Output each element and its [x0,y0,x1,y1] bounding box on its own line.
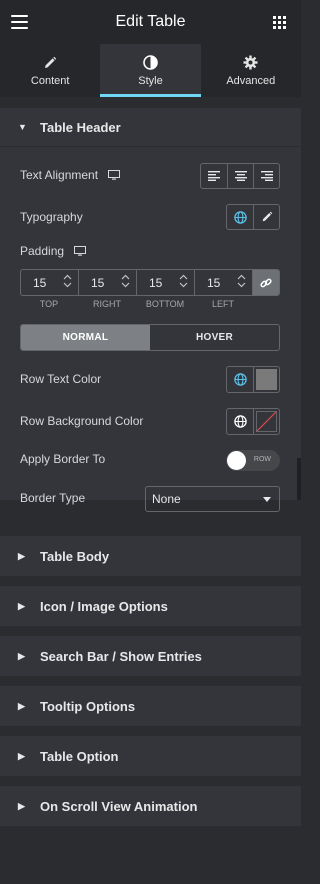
section-divider [0,146,301,147]
text-alignment-group [200,163,280,189]
gear-icon [243,55,258,71]
section-title: Table Header [40,119,121,135]
align-right-icon [260,171,273,181]
padding-left-input[interactable]: 15 [195,270,253,295]
link-icon [260,278,272,287]
padding-text: Padding [20,244,65,258]
apply-border-label: Apply Border To [20,452,106,466]
section-table-header-toggle[interactable]: ▼ Table Header [0,108,301,146]
no-color-icon [256,411,277,432]
align-left-button[interactable] [201,164,227,188]
caret-right-icon: ▶ [18,650,25,661]
stepper-icon[interactable] [121,274,130,291]
border-type-select[interactable]: None [145,486,280,512]
stepper-icon[interactable] [179,274,188,291]
tab-content-label: Content [30,74,70,87]
row-text-color-label: Row Text Color [20,372,102,386]
side-label-right: RIGHT [93,299,121,309]
caret-right-icon: ▶ [18,800,25,811]
panel-title: Edit Table [115,13,186,30]
caret-right-icon: ▶ [18,600,25,611]
section-title: Search Bar / Show Entries [40,648,202,664]
globe-icon [233,373,247,386]
state-tabs: NORMAL HOVER [20,324,280,351]
padding-label: Padding [20,244,87,258]
stepper-icon[interactable] [237,274,246,291]
padding-side-labels: TOP RIGHT BOTTOM LEFT [20,299,280,311]
state-hover-tab[interactable]: HOVER [150,325,279,350]
padding-top-input[interactable]: 15 [21,270,79,295]
tab-content[interactable]: Content [0,44,100,97]
grid-icon[interactable] [273,16,286,29]
desktop-icon[interactable] [74,246,87,256]
edit-typography-button[interactable] [253,205,279,229]
desktop-icon[interactable] [108,170,121,180]
caret-down-icon: ▼ [18,122,27,132]
state-normal-tab[interactable]: NORMAL [21,325,150,350]
tab-advanced-label: Advanced [226,74,276,87]
toggle-text: ROW [253,456,271,463]
align-center-icon [234,171,247,181]
chevron-down-icon [263,496,271,502]
hamburger-icon[interactable] [11,15,28,29]
row-bg-color-label: Row Background Color [20,414,144,428]
padding-left-value: 15 [207,275,221,290]
padding-right-value: 15 [91,275,105,290]
tab-style-label: Style [138,74,163,87]
typography-label: Typography [20,210,83,224]
section-search-bar-toggle[interactable]: ▶ Search Bar / Show Entries [0,637,301,675]
color-swatch [256,369,277,390]
section-title: Icon / Image Options [40,598,168,614]
border-type-value: None [152,492,181,506]
section-table-option-toggle[interactable]: ▶ Table Option [0,737,301,775]
section-title: On Scroll View Animation [40,798,198,814]
pencil-icon [262,211,272,222]
scroll-indicator [297,458,301,500]
pencil-icon [43,55,57,71]
caret-right-icon: ▶ [18,700,25,711]
text-alignment-text: Text Alignment [20,168,99,182]
caret-right-icon: ▶ [18,750,25,761]
link-values-button[interactable] [253,270,279,295]
padding-bottom-value: 15 [149,275,163,290]
side-label-top: TOP [39,299,59,309]
row-bg-color-group [226,408,280,435]
row-text-color-group [226,366,280,393]
section-title: Table Option [40,748,119,764]
padding-bottom-input[interactable]: 15 [137,270,195,295]
section-title: Tooltip Options [40,698,136,714]
border-type-label: Border Type [20,491,86,505]
section-title: Table Body [40,548,110,564]
globe-button[interactable] [227,409,253,434]
globe-icon [233,210,247,224]
side-label-left: LEFT [211,299,234,309]
contrast-icon [143,55,158,71]
padding-top-value: 15 [33,275,47,290]
align-right-button[interactable] [253,164,279,188]
toggle-knob [227,451,246,470]
tab-advanced[interactable]: Advanced [201,44,301,97]
row-text-color-picker[interactable] [253,367,279,392]
top-bar: Edit Table [0,0,301,44]
globe-icon [233,415,247,428]
align-center-button[interactable] [227,164,253,188]
typography-group [226,204,280,230]
tab-style[interactable]: Style [100,44,201,97]
section-table-body-toggle[interactable]: ▶ Table Body [0,537,301,575]
panel-tabs: Content Style Advanced [0,44,301,97]
row-bg-color-picker[interactable] [253,409,279,434]
section-scroll-animation-toggle[interactable]: ▶ On Scroll View Animation [0,787,301,825]
caret-right-icon: ▶ [18,550,25,561]
side-label-bottom: BOTTOM [145,299,185,309]
globe-button[interactable] [227,205,253,229]
apply-border-toggle[interactable]: ROW [226,450,280,471]
text-alignment-label: Text Alignment [20,168,121,182]
section-icon-image-options-toggle[interactable]: ▶ Icon / Image Options [0,587,301,625]
align-left-icon [208,171,220,181]
padding-inputs: 15 15 15 15 [20,269,280,296]
section-tooltip-options-toggle[interactable]: ▶ Tooltip Options [0,687,301,725]
stepper-icon[interactable] [63,274,72,291]
padding-right-input[interactable]: 15 [79,270,137,295]
globe-button[interactable] [227,367,253,392]
